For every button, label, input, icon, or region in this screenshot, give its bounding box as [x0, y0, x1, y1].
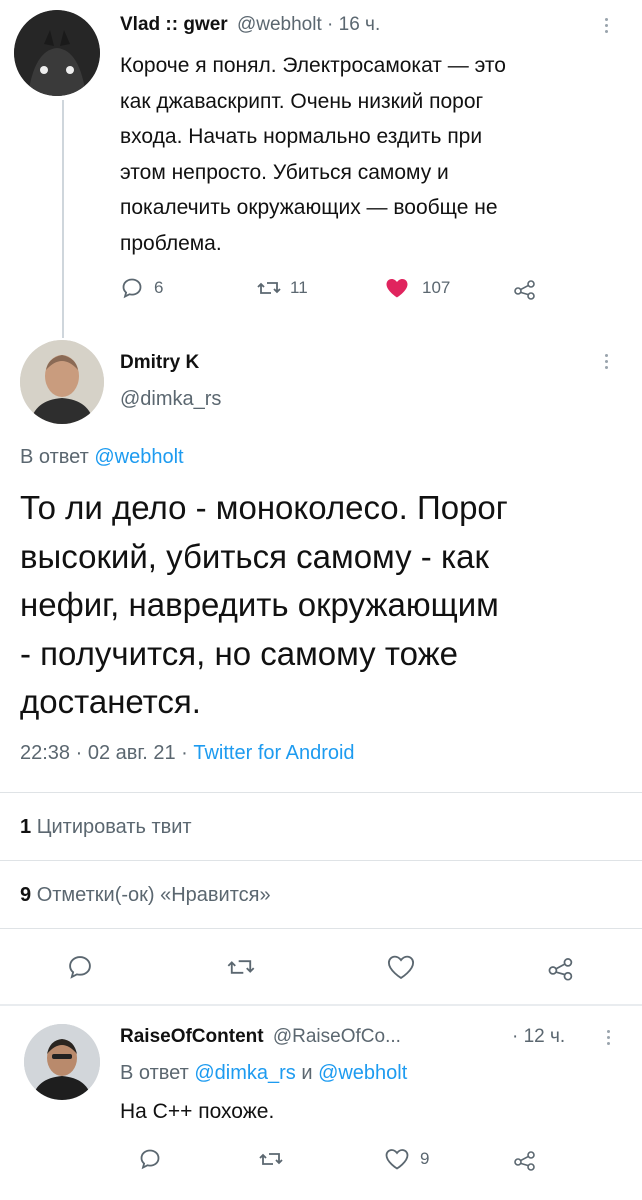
tweet-meta: 22:38 · 02 авг. 21 · Twitter for Android	[20, 742, 355, 765]
reply-icon	[122, 278, 142, 299]
tweet-line: как джаваскрипт. Очень низкий порог	[120, 89, 484, 113]
like-icon	[387, 955, 415, 980]
likes-stat[interactable]: 9 Отметки(-ок) «Нравится»	[20, 884, 271, 907]
reply-context: В ответ @dimka_rs и @webholt	[120, 1062, 407, 1085]
share-button[interactable]	[512, 276, 538, 300]
timestamp[interactable]: 22:38 · 02 авг. 21 ·	[20, 742, 193, 764]
avatar[interactable]	[20, 340, 104, 424]
tweet-line: нефиг, навредить окружающим	[20, 586, 499, 623]
like-icon	[385, 1149, 409, 1170]
tweet-line: То ли дело - моноколесо. Порог	[20, 489, 508, 526]
quote-count: 1	[20, 816, 32, 838]
tweet-header: RaiseOfContent @RaiseOfCo...	[120, 1026, 401, 1048]
likes-count: 9	[20, 884, 32, 906]
share-icon	[514, 280, 535, 300]
source-link[interactable]: Twitter for Android	[193, 742, 354, 764]
tweet-text: То ли дело - моноколесо. Порог высокий, …	[20, 484, 508, 727]
tweet-line: высокий, убиться самому - как	[20, 537, 489, 575]
reply-to-link[interactable]: @dimka_rs	[194, 1062, 295, 1084]
like-button[interactable]	[386, 953, 416, 981]
reply-prefix: В ответ	[120, 1062, 189, 1084]
tweet-line: достанется.	[20, 683, 201, 720]
retweet-button[interactable]: 11	[256, 276, 308, 300]
avatar[interactable]	[24, 1024, 100, 1100]
retweet-count: 11	[290, 278, 308, 297]
reply-to-link[interactable]: @webholt	[318, 1062, 407, 1084]
share-icon	[548, 958, 573, 981]
like-button[interactable]: 9	[384, 1147, 429, 1171]
reply-button[interactable]	[138, 1147, 162, 1171]
more-icon[interactable]	[604, 354, 610, 372]
like-button[interactable]: 107	[384, 276, 450, 300]
share-button[interactable]	[546, 953, 576, 981]
divider	[0, 1004, 642, 1006]
retweet-button[interactable]	[226, 953, 256, 981]
avatar-image	[14, 10, 100, 96]
avatar-image	[24, 1024, 100, 1100]
timestamp[interactable]: · 12 ч.	[512, 1026, 565, 1048]
reply-context: В ответ @webholt	[20, 446, 184, 469]
divider	[0, 928, 642, 929]
retweet-button[interactable]	[258, 1147, 284, 1171]
share-icon	[514, 1151, 535, 1171]
divider	[0, 792, 642, 793]
quote-label: Цитировать твит	[36, 816, 192, 838]
tweet-line: покалечить окружающих — вообще не	[120, 196, 498, 219]
separator: ·	[327, 14, 334, 35]
tweet-text: На С++ похоже.	[120, 1100, 275, 1123]
tweet-line: Короче я понял. Электросамокат — это	[120, 54, 506, 77]
share-button[interactable]	[512, 1147, 538, 1171]
author-name[interactable]: Dmitry K	[120, 352, 199, 374]
thread-line	[62, 100, 64, 338]
reply-conjunction: и	[301, 1062, 313, 1084]
tweet-header: Vlad :: gwer @webholt · 16 ч.	[120, 14, 380, 36]
retweet-icon	[227, 960, 255, 974]
likes-label: Отметки(-ок) «Нравится»	[36, 884, 271, 906]
author-handle[interactable]: @RaiseOfCo...	[273, 1026, 401, 1047]
reply-icon	[69, 956, 91, 979]
tweet-line: этом непросто. Убиться самому и	[120, 160, 449, 184]
reply-to-link[interactable]: @webholt	[94, 446, 183, 468]
reply-icon	[140, 1149, 160, 1170]
reply-button[interactable]	[66, 953, 94, 981]
divider	[0, 860, 642, 861]
reply-count: 6	[154, 278, 164, 297]
more-icon[interactable]	[604, 18, 610, 36]
author-name[interactable]: Vlad :: gwer	[120, 14, 228, 35]
avatar-image	[20, 340, 104, 424]
reply-prefix: В ответ	[20, 446, 89, 468]
quote-tweets-stat[interactable]: 1 Цитировать твит	[20, 816, 192, 839]
like-icon	[386, 279, 408, 298]
more-icon[interactable]	[606, 1030, 612, 1048]
author-handle[interactable]: @dimka_rs	[120, 388, 221, 411]
author-name[interactable]: RaiseOfContent	[120, 1026, 264, 1047]
tweet-text: Короче я понял. Электросамокат — это как…	[120, 48, 506, 261]
like-count: 107	[422, 278, 451, 297]
retweet-icon	[257, 282, 281, 294]
avatar[interactable]	[14, 10, 100, 96]
reply-button[interactable]: 6	[120, 276, 163, 300]
like-count: 9	[420, 1149, 430, 1168]
tweet-line: проблема.	[120, 231, 222, 255]
retweet-icon	[259, 1153, 283, 1165]
timestamp[interactable]: 16 ч.	[339, 14, 381, 35]
tweet-line: - получится, но самому тоже	[20, 634, 459, 672]
tweet-line: входа. Начать нормально ездить при	[120, 125, 483, 148]
author-handle[interactable]: @webholt	[237, 14, 322, 35]
